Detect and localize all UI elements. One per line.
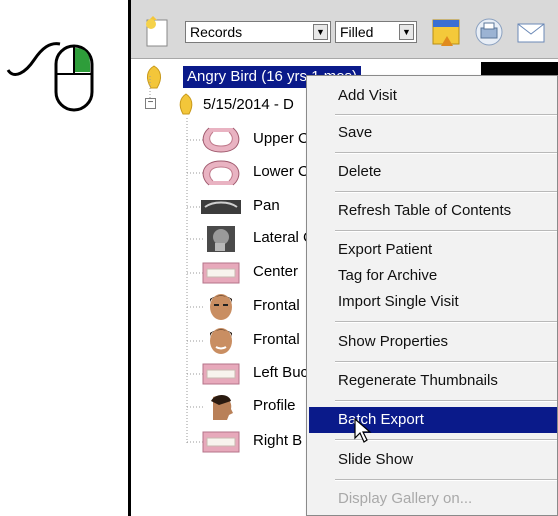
page-icon[interactable] (141, 16, 173, 48)
item-label: Profile (253, 397, 296, 414)
item-label: Pan (253, 197, 280, 214)
menu-separator (335, 152, 557, 154)
menu-separator (335, 114, 557, 116)
menu-item-display-gallery[interactable]: Display Gallery on... (309, 486, 557, 512)
chevron-down-icon[interactable]: ▼ (313, 24, 328, 40)
menu-item-batch-export[interactable]: Batch Export (309, 407, 557, 433)
upper-arch-icon (202, 127, 240, 153)
item-label: Frontal (253, 331, 300, 348)
menu-separator (335, 321, 557, 323)
menu-item-import-single-visit[interactable]: Import Single Visit (309, 289, 557, 315)
mouse-pointer-icon (354, 418, 372, 443)
item-label: Lateral C (253, 229, 314, 246)
intraoral-teeth-icon (202, 262, 240, 284)
intraoral-teeth-icon (202, 363, 240, 385)
records-select[interactable]: Records ▼ (185, 21, 331, 43)
face-photo-icon (210, 328, 232, 354)
visit-date-label: 5/15/2014 - D (203, 96, 294, 113)
filter-select[interactable]: Filled ▼ (335, 21, 417, 43)
menu-item-refresh-toc[interactable]: Refresh Table of Contents (309, 198, 557, 224)
menu-item-slide-show[interactable]: Slide Show (309, 447, 557, 473)
filter-select-value: Filled (340, 24, 374, 40)
profile-photo-icon (211, 395, 233, 420)
menu-separator (335, 361, 557, 363)
menu-separator (335, 479, 557, 481)
intraoral-teeth-icon (202, 431, 240, 453)
mail-icon[interactable] (515, 16, 547, 48)
menu-item-regenerate-thumbnails[interactable]: Regenerate Thumbnails (309, 368, 557, 394)
right-click-mouse-icon (6, 42, 94, 112)
face-photo-icon (210, 294, 232, 320)
chevron-down-icon[interactable]: ▼ (399, 24, 414, 40)
print-icon[interactable] (473, 16, 505, 48)
menu-separator (335, 400, 557, 402)
item-label: Frontal (253, 297, 300, 314)
menu-item-show-properties[interactable]: Show Properties (309, 329, 557, 355)
item-label: Lower C (253, 163, 309, 180)
menu-item-delete[interactable]: Delete (309, 159, 557, 185)
menu-item-save[interactable]: Save (309, 120, 557, 146)
menu-item-tag-for-archive[interactable]: Tag for Archive (309, 263, 557, 289)
toolbar: Records ▼ Filled ▼ (131, 0, 558, 59)
item-label: Upper C (253, 130, 309, 147)
item-label: Center (253, 263, 299, 280)
item-label: Left Buc (253, 364, 309, 381)
item-label: Right B (253, 432, 303, 449)
menu-separator (335, 191, 557, 193)
ceph-xray-icon (207, 226, 235, 252)
folder-icon[interactable] (431, 16, 463, 48)
records-select-value: Records (190, 24, 243, 40)
lower-arch-icon (202, 160, 240, 186)
panoramic-xray-icon (201, 200, 241, 214)
menu-item-add-visit[interactable]: Add Visit (309, 83, 557, 109)
menu-separator (335, 230, 557, 232)
context-menu: Add Visit Save Delete Refresh Table of C… (306, 75, 558, 516)
menu-item-export-patient[interactable]: Export Patient (309, 237, 557, 263)
